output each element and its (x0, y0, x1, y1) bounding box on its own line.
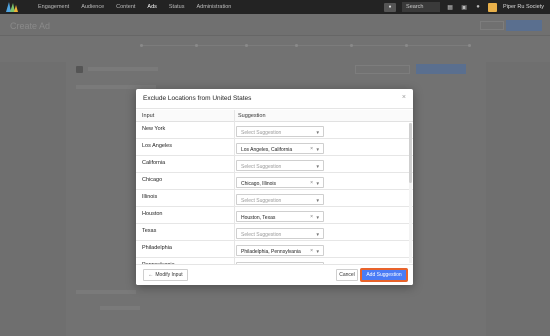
suggestion-select[interactable]: Philadelphia, Pennsylvania × ▼ (236, 245, 324, 256)
suggestion-value: Philadelphia, Pennsylvania (241, 248, 301, 255)
suggestion-value: Select Suggestion (241, 231, 282, 238)
step-dot (195, 44, 198, 47)
scrollbar[interactable] (409, 123, 412, 263)
suggestion-value: Select Suggestion (241, 197, 282, 204)
clear-selection-icon[interactable]: × (310, 180, 313, 186)
header-secondary-button[interactable] (480, 21, 504, 30)
clear-selection-icon[interactable]: × (310, 214, 313, 220)
suggestion-select[interactable]: Select Suggestion ▼ (236, 126, 324, 137)
close-icon[interactable]: × (402, 94, 406, 102)
suggestion-select[interactable]: Select Suggestion ▼ (236, 194, 324, 205)
table-row: Los Angeles Los Angeles, California × ▼ (136, 139, 413, 156)
modify-input-button[interactable]: ← Modify Input (143, 269, 188, 281)
row-input-text: Chicago (142, 177, 163, 183)
user-icon[interactable]: ● (384, 2, 397, 12)
suggestion-select[interactable]: Los Angeles, California × ▼ (236, 143, 324, 154)
row-input-text: Illinois (142, 194, 158, 200)
top-navigation-bar: Engagement Audience Content Ads Status A… (0, 0, 550, 14)
table-row: New York Select Suggestion ▼ (136, 122, 413, 139)
header-primary-button[interactable] (506, 20, 542, 31)
modal-header: Exclude Locations from United States × (136, 89, 413, 109)
table-row: Texas Select Suggestion ▼ (136, 224, 413, 241)
modal-footer: ← Modify Input Cancel Add Suggestion (136, 264, 413, 285)
exclude-locations-modal: Exclude Locations from United States × I… (136, 89, 413, 285)
table-row: Chicago Chicago, Illinois × ▼ (136, 173, 413, 190)
background-button (416, 64, 466, 74)
nav-item-administration[interactable]: Administration (190, 0, 237, 14)
account-avatar[interactable] (488, 2, 498, 12)
modify-input-label: Modify Input (155, 272, 183, 278)
suggestion-value: Houston, Texas (241, 214, 276, 221)
suggestion-value: Chicago, Illinois (241, 180, 277, 187)
main-nav: Engagement Audience Content Ads Status A… (32, 0, 237, 14)
arrow-left-icon: ← (148, 272, 154, 278)
step-line (140, 45, 470, 46)
table-row: Houston Houston, Texas × ▼ (136, 207, 413, 224)
nav-item-audience[interactable]: Audience (75, 0, 110, 14)
chevron-down-icon: ▼ (315, 129, 320, 135)
row-input-text: Houston (142, 211, 163, 217)
step-progress (0, 36, 550, 62)
suggestion-value: Select Suggestion (241, 163, 282, 170)
row-input-text: Los Angeles (142, 143, 172, 149)
grid-icon[interactable]: ▦ (446, 4, 454, 11)
column-header-suggestion: Suggestion (238, 113, 266, 119)
background-text (88, 67, 158, 71)
row-input-text: Texas (142, 228, 157, 234)
table-row: Philadelphia Philadelphia, Pennsylvania × ▼ (136, 241, 413, 258)
row-input-text: Philadelphia (142, 245, 172, 251)
step-dot (140, 44, 143, 47)
chevron-down-icon: ▼ (315, 180, 320, 186)
chevron-down-icon: ▼ (315, 197, 320, 203)
background-text (100, 306, 140, 310)
table-row: California Select Suggestion ▼ (136, 156, 413, 173)
app-logo[interactable] (6, 0, 20, 14)
bell-icon[interactable]: ● (474, 4, 482, 10)
facebook-icon (76, 66, 83, 73)
add-suggestion-button[interactable]: Add Suggestion (360, 268, 408, 282)
background-text (76, 290, 136, 294)
nav-right-tools: ● Search ▦ ▣ ● Piper Ru Society (384, 0, 544, 14)
search-input[interactable]: Search (402, 2, 441, 12)
scrollbar-thumb[interactable] (409, 123, 412, 183)
clear-selection-icon[interactable]: × (310, 248, 313, 254)
modal-title: Exclude Locations from United States (143, 95, 252, 102)
suggestion-select[interactable]: Houston, Texas × ▼ (236, 211, 324, 222)
suggestion-value: Select Suggestion (241, 129, 282, 136)
step-dot (405, 44, 408, 47)
nav-item-status[interactable]: Status (163, 0, 191, 14)
chevron-down-icon: ▼ (315, 146, 320, 152)
calendar-icon[interactable]: ▣ (460, 4, 468, 11)
table-row: Illinois Select Suggestion ▼ (136, 190, 413, 207)
step-dot (468, 44, 471, 47)
page-title: Create Ad (10, 21, 51, 31)
chevron-down-icon: ▼ (315, 231, 320, 237)
background-button (355, 65, 410, 74)
step-dot (295, 44, 298, 47)
chevron-down-icon: ▼ (315, 163, 320, 169)
nav-item-engagement[interactable]: Engagement (32, 0, 75, 14)
suggestion-select[interactable]: Select Suggestion ▼ (236, 160, 324, 171)
suggestion-select[interactable]: Chicago, Illinois × ▼ (236, 177, 324, 188)
suggestion-value: Los Angeles, California (241, 146, 293, 153)
cancel-button[interactable]: Cancel (336, 269, 358, 281)
account-name[interactable]: Piper Ru Society (503, 4, 544, 10)
step-dot (350, 44, 353, 47)
clear-selection-icon[interactable]: × (310, 146, 313, 152)
chevron-down-icon: ▼ (315, 248, 320, 254)
step-dot (245, 44, 248, 47)
nav-item-ads[interactable]: Ads (141, 0, 162, 14)
nav-item-content[interactable]: Content (110, 0, 141, 14)
suggestion-select[interactable]: Select Suggestion ▼ (236, 228, 324, 239)
page-header: Create Ad (0, 14, 550, 36)
table-header: Input Suggestion (136, 110, 413, 122)
column-header-input: Input (142, 113, 155, 119)
row-input-text: New York (142, 126, 166, 132)
chevron-down-icon: ▼ (315, 214, 320, 220)
row-input-text: California (142, 160, 166, 166)
suggestion-table-body: New York Select Suggestion ▼ Los Angeles Los… (136, 122, 413, 264)
